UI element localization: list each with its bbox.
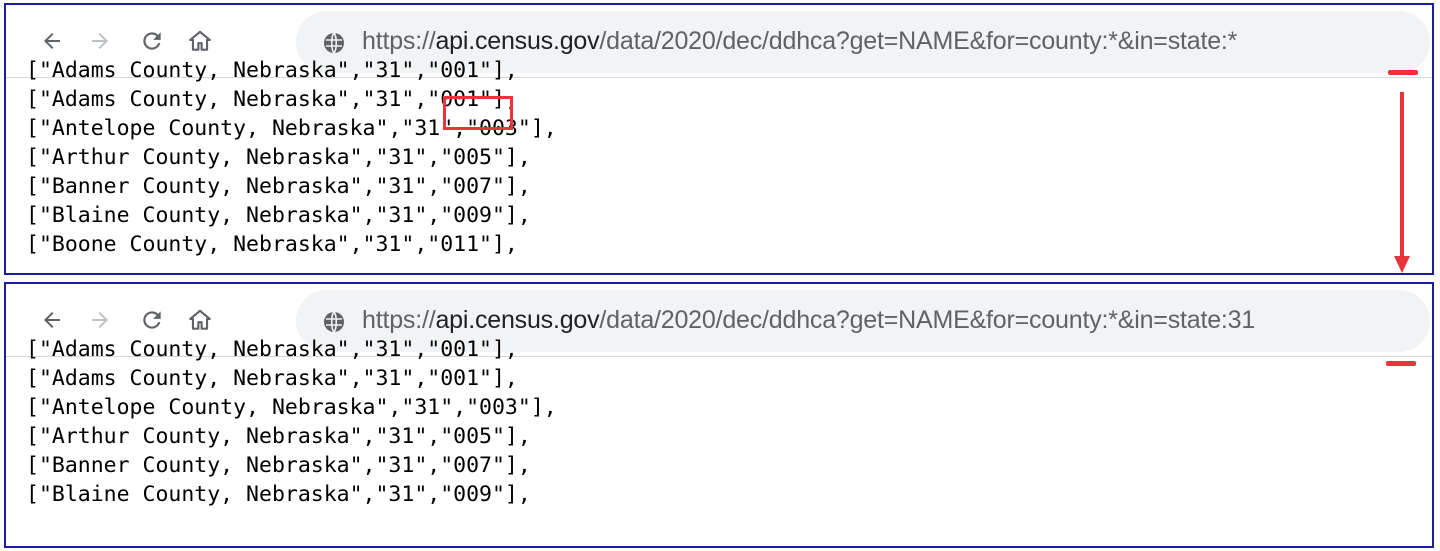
arrow-right-icon [92,33,108,49]
json-line: ["Arthur County, Nebraska","31","005"], [26,145,531,170]
home-icon [189,309,211,330]
json-line: ["Arthur County, Nebraska","31","005"], [26,424,531,449]
back-button[interactable] [36,304,68,336]
forward-button[interactable] [84,304,116,336]
url-change-marker-top [1388,70,1418,75]
reload-icon [143,311,161,329]
url-host: api.census.gov [435,306,600,334]
json-line: ["Banner County, Nebraska","31","007"], [26,453,531,478]
url-scheme: https:// [362,27,436,55]
home-button[interactable] [184,25,216,57]
reload-icon [143,32,161,50]
json-line-partial: ["Boone County, Nebraska","31","011"], [26,232,518,257]
url-host: api.census.gov [435,27,600,55]
json-line: ["Adams County, Nebraska","31","001"], [26,366,518,391]
json-line-partial: ["Adams County, Nebraska","31","001"], [26,337,518,362]
json-line: ["Banner County, Nebraska","31","007"], [26,174,531,199]
reload-button[interactable] [136,304,168,336]
back-button[interactable] [36,25,68,57]
json-response: ["Adams County, Nebraska","31","001"], [… [6,337,1432,546]
json-line-partial: ["Adams County, Nebraska","31","001"], [26,58,518,83]
state-code-highlight-box [443,96,513,130]
url-scheme: https:// [362,306,436,334]
reload-button[interactable] [136,25,168,57]
url-path: /data/2020/dec/ddhca?get=NAME&for=county… [599,306,1256,334]
json-response: ["Adams County, Nebraska","31","001"], [… [6,58,1432,273]
arrow-left-icon [44,312,60,328]
home-button[interactable] [184,304,216,336]
url-text: https://api.census.gov/data/2020/dec/ddh… [362,27,1237,56]
arrow-left-icon [44,33,60,49]
json-line: ["Blaine County, Nebraska","31","009"], [26,203,531,228]
down-arrow-icon [1394,92,1410,273]
browser-window-before: https://api.census.gov/data/2020/dec/ddh… [4,3,1434,275]
json-line: ["Antelope County, Nebraska","31","003"]… [26,395,557,420]
forward-button[interactable] [84,25,116,57]
arrow-right-icon [92,312,108,328]
json-line: ["Blaine County, Nebraska","31","009"], [26,482,531,507]
json-line: ["Adams County, Nebraska","31","001"], [26,87,518,112]
browser-window-after: https://api.census.gov/data/2020/dec/ddh… [4,282,1434,548]
json-line: ["Antelope County, Nebraska","31","003"]… [26,116,557,141]
url-path: /data/2020/dec/ddhca?get=NAME&for=county… [599,27,1238,55]
url-change-marker-bottom [1386,361,1416,366]
home-icon [189,30,211,51]
url-text: https://api.census.gov/data/2020/dec/ddh… [362,306,1255,335]
